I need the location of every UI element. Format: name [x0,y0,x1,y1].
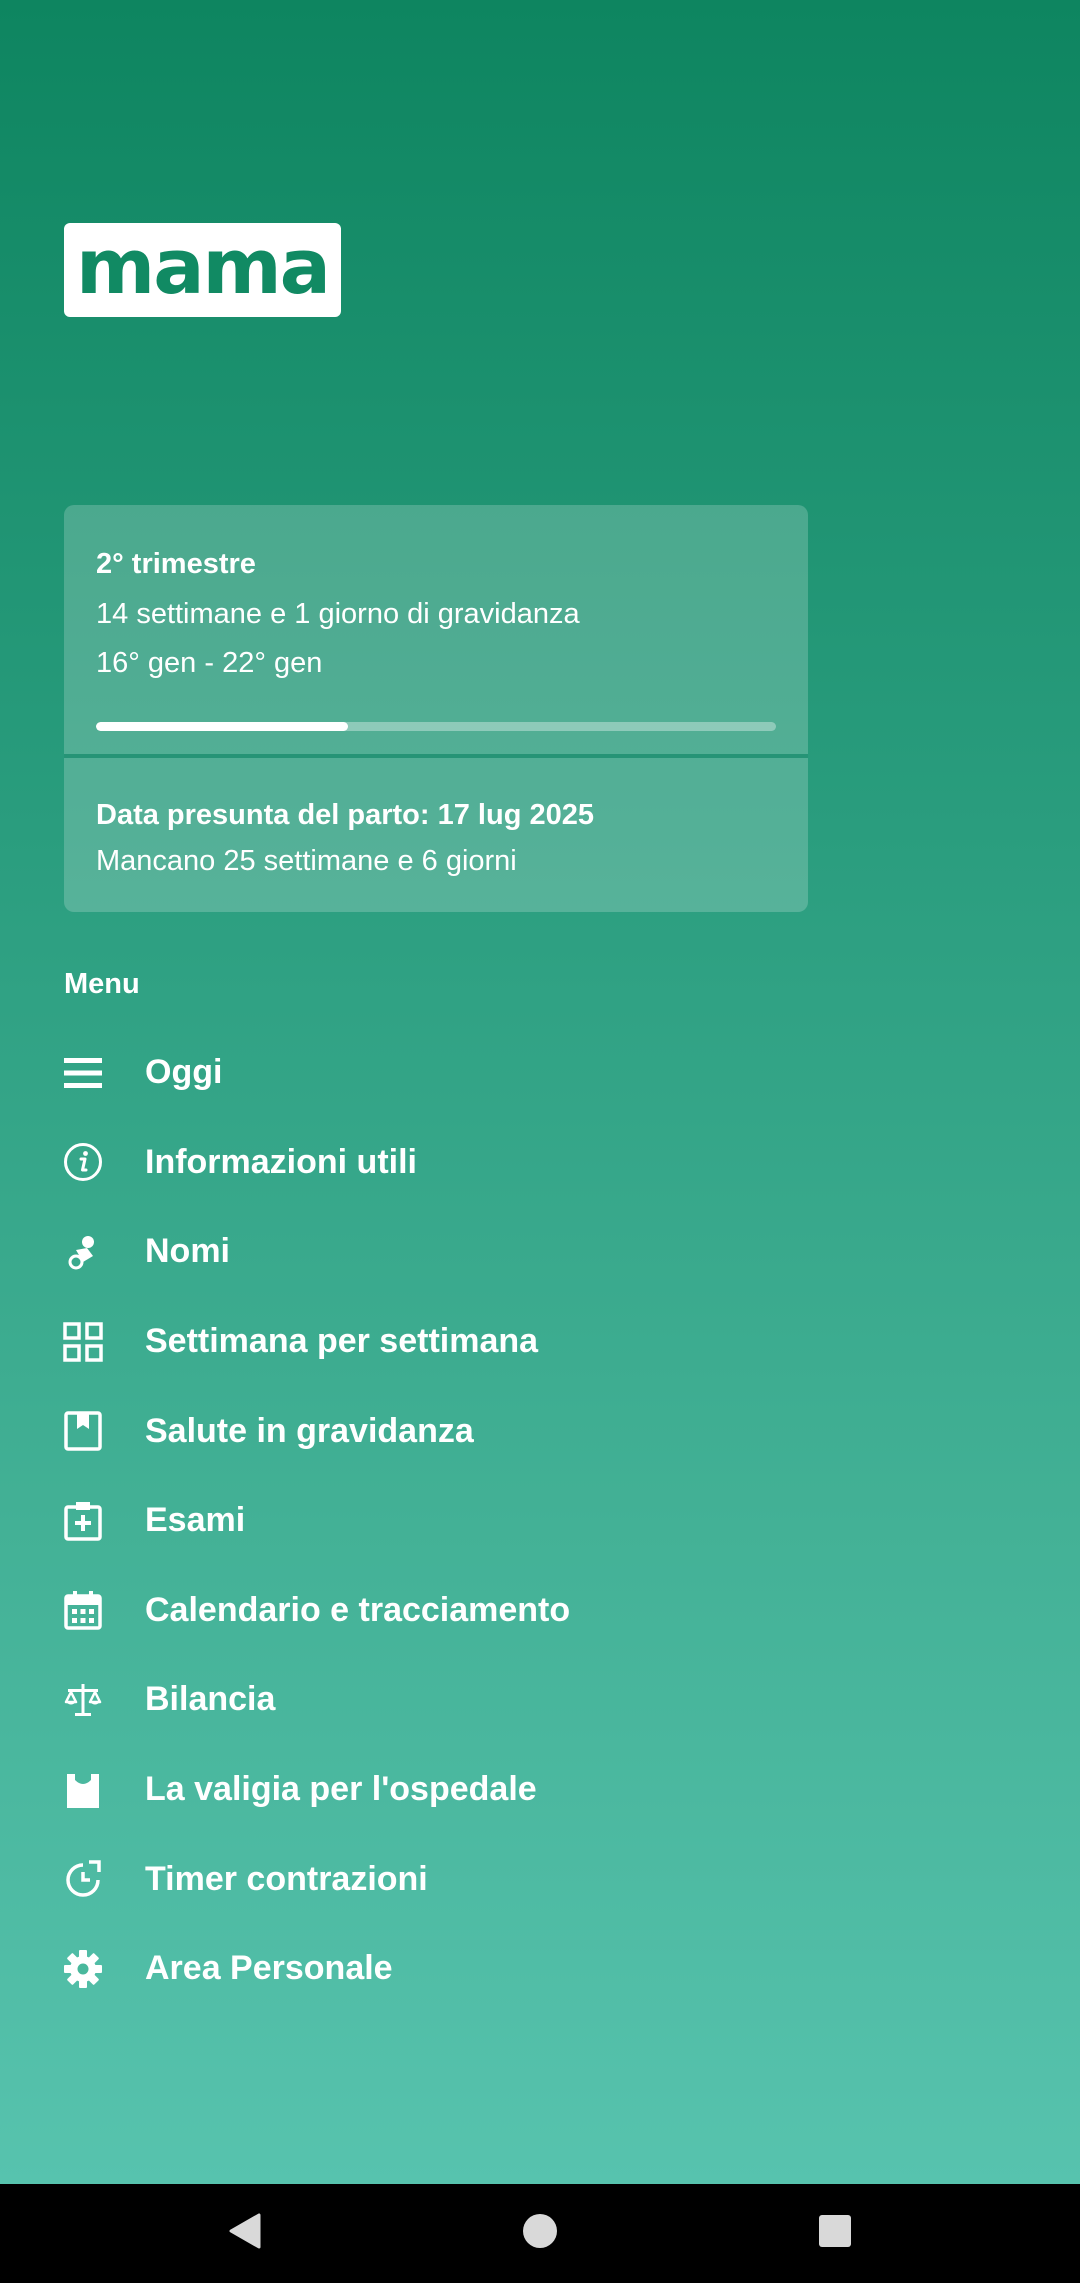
medical-clipboard-icon [63,1501,103,1541]
bag-icon [63,1770,103,1810]
menu-item-timer-contrazioni[interactable]: Timer contrazioni [0,1834,1080,1924]
menu-item-label: Calendario e tracciamento [145,1590,571,1629]
menu-item-settimana-per-settimana[interactable]: Settimana per settimana [0,1297,1080,1387]
menu-item-esami[interactable]: Esami [0,1476,1080,1566]
recents-icon [818,2214,852,2253]
week-range: 16° gen - 22° gen [96,647,323,679]
pregnancy-progress-fill [96,722,348,731]
scale-icon [63,1680,103,1720]
menu-item-area-personale[interactable]: Area Personale [0,1924,1080,2014]
menu-item-oggi[interactable]: Oggi [0,1028,1080,1118]
info-icon [63,1142,103,1182]
menu-item-salute-in-gravidanza[interactable]: Salute in gravidanza [0,1386,1080,1476]
back-icon [227,2211,263,2256]
pregnancy-duration: 14 settimane e 1 giorno di gravidanza [96,598,580,630]
menu-item-la-valigia-per-l-ospedale[interactable]: La valigia per l'ospedale [0,1745,1080,1835]
menu-item-label: Timer contrazioni [145,1859,428,1898]
menu-item-label: Oggi [145,1053,223,1092]
menu-item-label: Informazioni utili [145,1142,417,1181]
system-navigation-bar [0,2184,1080,2283]
menu-lines-icon [63,1053,103,1093]
due-date-section: Data presunta del parto: 17 lug 2025 Man… [64,758,808,912]
home-button[interactable] [480,2184,600,2283]
gear-icon [63,1949,103,1989]
pacifier-icon [63,1232,103,1272]
calendar-icon [63,1590,103,1631]
timer-icon [63,1859,103,1899]
menu-item-nomi[interactable]: Nomi [0,1207,1080,1297]
menu-item-label: Esami [145,1501,246,1540]
back-button[interactable] [185,2184,305,2283]
menu-item-bilancia[interactable]: Bilancia [0,1655,1080,1745]
trimester-label: 2° trimestre [96,548,256,580]
menu-item-label: Nomi [145,1232,230,1271]
pregnancy-progress-section: 2° trimestre 14 settimane e 1 giorno di … [64,505,808,754]
pregnancy-progress-bar [96,722,776,731]
due-date-label: Data presunta del parto: 17 lug 2025 [96,799,594,831]
menu-item-label: Salute in gravidanza [145,1411,474,1450]
menu-item-informazioni-utili[interactable]: Informazioni utili [0,1118,1080,1208]
recents-button[interactable] [775,2184,895,2283]
remaining-time: Mancano 25 settimane e 6 giorni [96,845,517,877]
logo-text: mama [76,222,331,311]
pregnancy-summary-card[interactable]: 2° trimestre 14 settimane e 1 giorno di … [64,505,808,912]
navigation-drawer: mama 2° trimestre 14 settimane e 1 giorn… [0,0,1080,2184]
menu-item-label: La valigia per l'ospedale [145,1770,537,1809]
menu-item-label: Bilancia [145,1680,276,1719]
home-icon [521,2212,559,2255]
menu-item-calendario-e-tracciamento[interactable]: Calendario e tracciamento [0,1566,1080,1656]
menu-item-label: Area Personale [145,1949,393,1988]
menu-item-label: Settimana per settimana [145,1322,539,1361]
bookmark-book-icon [63,1411,103,1451]
menu-list: Oggi Informazioni utili Nomi Settimana p… [0,1028,1080,2014]
menu-heading: Menu [64,968,140,1000]
mama-logo: mama [64,223,341,317]
grid-icon [63,1321,103,1362]
